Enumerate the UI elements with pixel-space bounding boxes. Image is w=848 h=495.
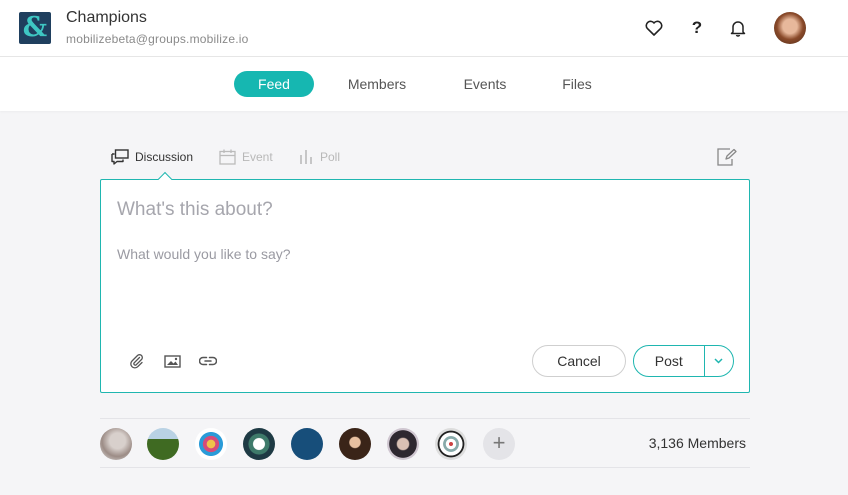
discussion-icon — [111, 149, 129, 165]
group-name[interactable]: Champions — [66, 9, 147, 27]
bell-icon[interactable] — [727, 17, 749, 39]
link-icon[interactable] — [198, 352, 218, 370]
calendar-icon — [219, 149, 236, 165]
composer-tab-poll-label: Poll — [320, 150, 341, 164]
member-avatar[interactable] — [243, 428, 275, 460]
tab-files[interactable]: Files — [552, 71, 602, 97]
composer-type-tabs: Discussion Event Poll — [100, 140, 750, 180]
composer-tab-event[interactable]: Event — [219, 146, 273, 168]
composer-tab-event-label: Event — [242, 150, 273, 164]
member-avatar[interactable] — [100, 428, 132, 460]
composer-tab-discussion-label: Discussion — [135, 150, 194, 164]
member-avatar[interactable] — [147, 428, 179, 460]
image-icon[interactable] — [162, 352, 182, 370]
member-avatar[interactable] — [195, 428, 227, 460]
member-avatar[interactable] — [435, 428, 467, 460]
post-body-input[interactable] — [117, 246, 727, 306]
composer-tab-poll[interactable]: Poll — [299, 146, 340, 168]
cancel-button[interactable]: Cancel — [532, 345, 626, 377]
group-email: mobilizebeta@groups.mobilize.io — [66, 32, 249, 46]
tab-events[interactable]: Events — [455, 71, 515, 97]
top-header: & Champions mobilizebeta@groups.mobilize… — [0, 0, 848, 57]
members-bar: + 3,136 Members — [100, 418, 750, 468]
group-nav: Feed Members Events Files — [0, 57, 848, 111]
user-avatar[interactable] — [774, 12, 806, 44]
tab-members[interactable]: Members — [337, 71, 417, 97]
members-count[interactable]: 3,136 Members — [649, 435, 746, 451]
group-logo[interactable]: & — [19, 12, 51, 44]
help-icon[interactable]: ? — [686, 17, 708, 39]
composer-tab-discussion[interactable]: Discussion — [111, 146, 193, 168]
post-options-button[interactable] — [703, 346, 733, 376]
add-member-button[interactable]: + — [483, 428, 515, 460]
drafts-icon[interactable] — [717, 148, 737, 171]
member-avatar[interactable] — [339, 428, 371, 460]
paperclip-icon[interactable] — [127, 352, 147, 370]
post-button-group: Post — [633, 345, 734, 377]
poll-icon — [300, 150, 312, 164]
tab-feed[interactable]: Feed — [234, 71, 314, 97]
post-title-input[interactable] — [117, 199, 727, 221]
member-avatar[interactable] — [291, 428, 323, 460]
chevron-down-icon — [714, 358, 723, 364]
post-composer: Cancel Post — [100, 171, 750, 393]
member-avatar[interactable] — [387, 428, 419, 460]
post-button[interactable]: Post — [634, 346, 704, 376]
heart-icon[interactable] — [643, 17, 665, 39]
